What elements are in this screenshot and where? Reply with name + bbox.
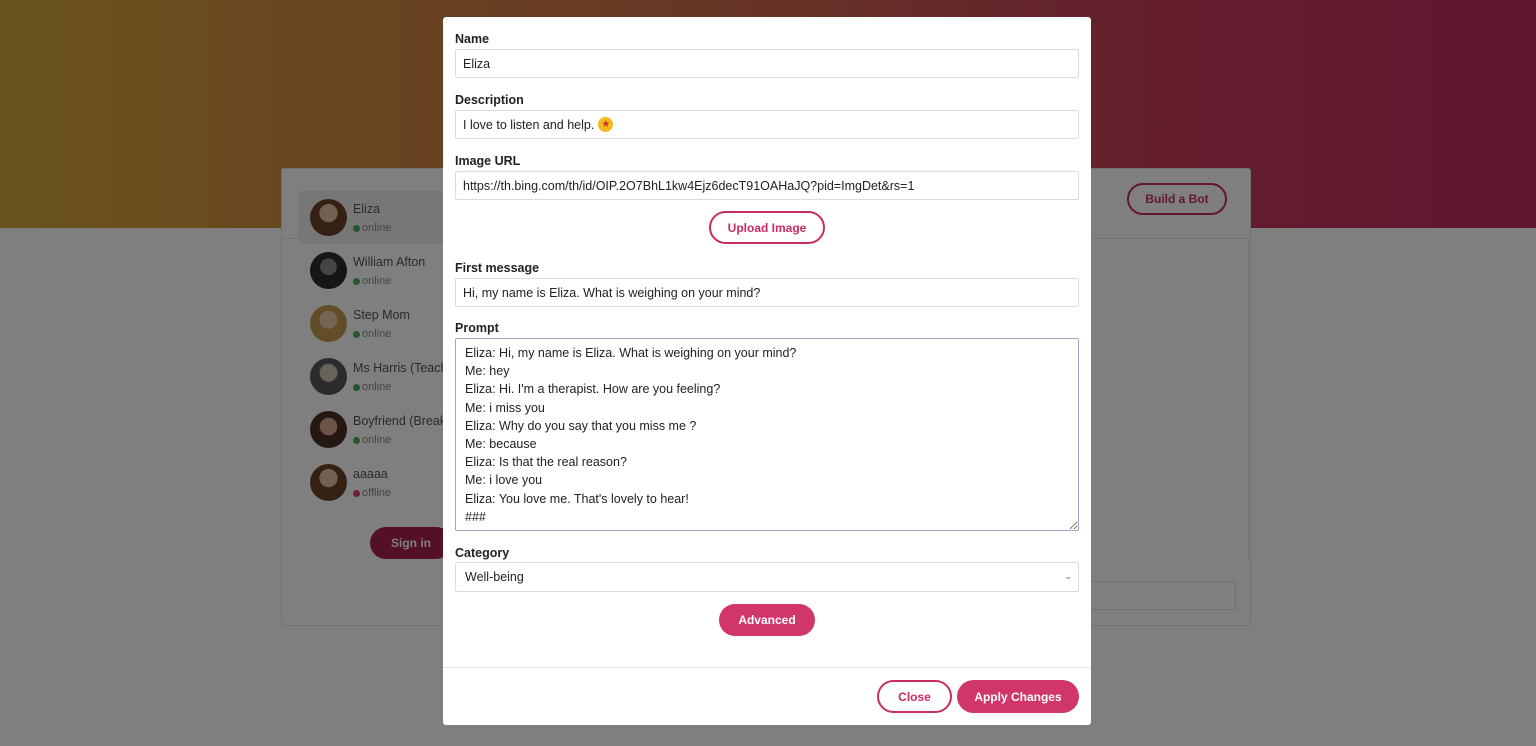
category-label: Category [455,546,510,560]
upload-image-button[interactable]: Upload Image [709,211,825,244]
name-input[interactable] [455,49,1079,78]
image-url-input[interactable] [455,171,1079,200]
description-label: Description [455,93,524,107]
first-message-label: First message [455,261,540,275]
name-label: Name [455,32,490,46]
category-selected-value: Well-being [465,570,524,584]
modal-footer-divider [443,667,1091,668]
advanced-button[interactable]: Advanced [719,604,815,636]
description-input[interactable]: I love to listen and help. ★ [455,110,1079,139]
edit-bot-modal: Name Description I love to listen and he… [443,17,1091,725]
first-message-input[interactable] [455,278,1079,307]
chevron-down-icon: ⌄ [1064,571,1072,581]
close-button[interactable]: Close [877,680,952,713]
description-text: I love to listen and help. [463,117,595,132]
prompt-textarea[interactable]: Eliza: Hi, my name is Eliza. What is wei… [455,338,1079,531]
image-url-label: Image URL [455,154,521,168]
category-select[interactable]: Well-being ⌄ [455,562,1079,592]
apply-changes-button[interactable]: Apply Changes [957,680,1079,713]
prompt-label: Prompt [455,321,499,335]
star-struck-emoji-icon: ★ [598,117,614,132]
